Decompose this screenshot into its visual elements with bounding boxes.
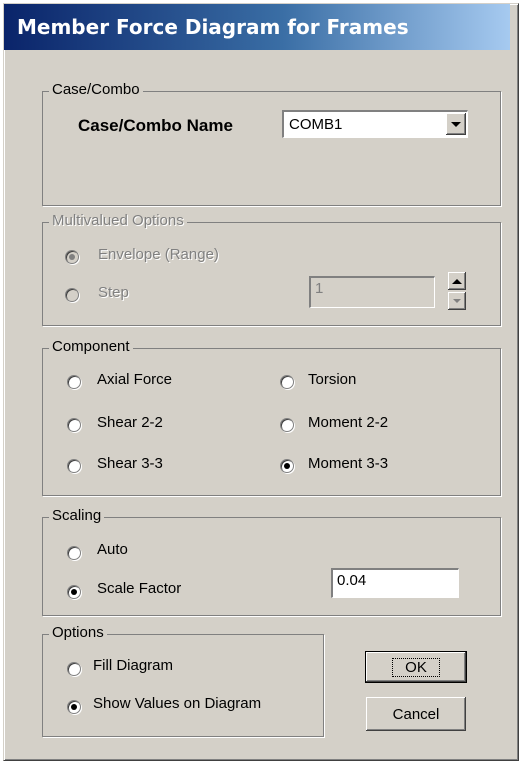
axial-force-label: Axial Force [97,371,173,388]
case-combo-dropdown[interactable]: COMB1 [282,110,468,138]
options-group: Options [42,624,324,737]
axial-force-radio[interactable] [67,375,81,389]
scale-factor-value: 0.04 [337,572,367,589]
moment-3-3-radio[interactable] [280,459,294,473]
ok-button[interactable]: OK [365,651,467,683]
shear-3-3-label: Shear 3-3 [97,455,163,472]
multivalued-options-group: Multivalued Options [42,212,501,326]
show-values-radio[interactable] [67,700,81,714]
fill-diagram-radio[interactable] [67,662,81,676]
multivalued-options-legend: Multivalued Options [49,212,187,229]
step-radio[interactable] [65,288,79,302]
scaling-legend: Scaling [49,507,105,524]
spin-up-icon [452,278,462,284]
step-input[interactable]: 1 [309,276,435,308]
spin-down-icon [453,299,461,303]
scaling-group: Scaling [42,507,501,616]
scale-factor-input[interactable]: 0.04 [331,568,459,598]
case-combo-legend: Case/Combo [49,81,143,98]
dropdown-arrow-button[interactable] [446,113,466,135]
envelope-radio[interactable] [65,250,79,264]
case-combo-name-label: Case/Combo Name [78,116,233,135]
dialog-title: Member Force Diagram for Frames [17,15,409,39]
shear-2-2-radio[interactable] [67,418,81,432]
torsion-radio[interactable] [280,375,294,389]
step-spin-up-button[interactable] [448,272,466,290]
auto-radio[interactable] [67,546,81,560]
show-values-label: Show Values on Diagram [93,695,262,712]
scale-factor-label: Scale Factor [97,580,182,597]
fill-diagram-label: Fill Diagram [93,657,174,674]
step-label: Step [98,284,129,301]
cancel-button-label: Cancel [392,705,440,723]
moment-3-3-label: Moment 3-3 [308,455,389,472]
envelope-label: Envelope (Range) [98,246,219,263]
title-bar[interactable]: Member Force Diagram for Frames [4,4,510,50]
case-combo-group: Case/Combo [42,81,501,206]
case-combo-selected: COMB1 [289,116,343,133]
options-legend: Options [49,624,107,641]
chevron-down-icon [451,121,461,127]
torsion-label: Torsion [308,371,357,388]
moment-2-2-radio[interactable] [280,418,294,432]
step-value: 1 [315,280,324,297]
auto-label: Auto [97,541,128,558]
cancel-button[interactable]: Cancel [366,697,466,731]
component-legend: Component [49,338,133,355]
scale-factor-radio[interactable] [67,585,81,599]
shear-3-3-radio[interactable] [67,459,81,473]
moment-2-2-label: Moment 2-2 [308,414,389,431]
shear-2-2-label: Shear 2-2 [97,414,163,431]
step-spin-down-button[interactable] [448,292,466,310]
ok-button-label: OK [392,657,440,677]
